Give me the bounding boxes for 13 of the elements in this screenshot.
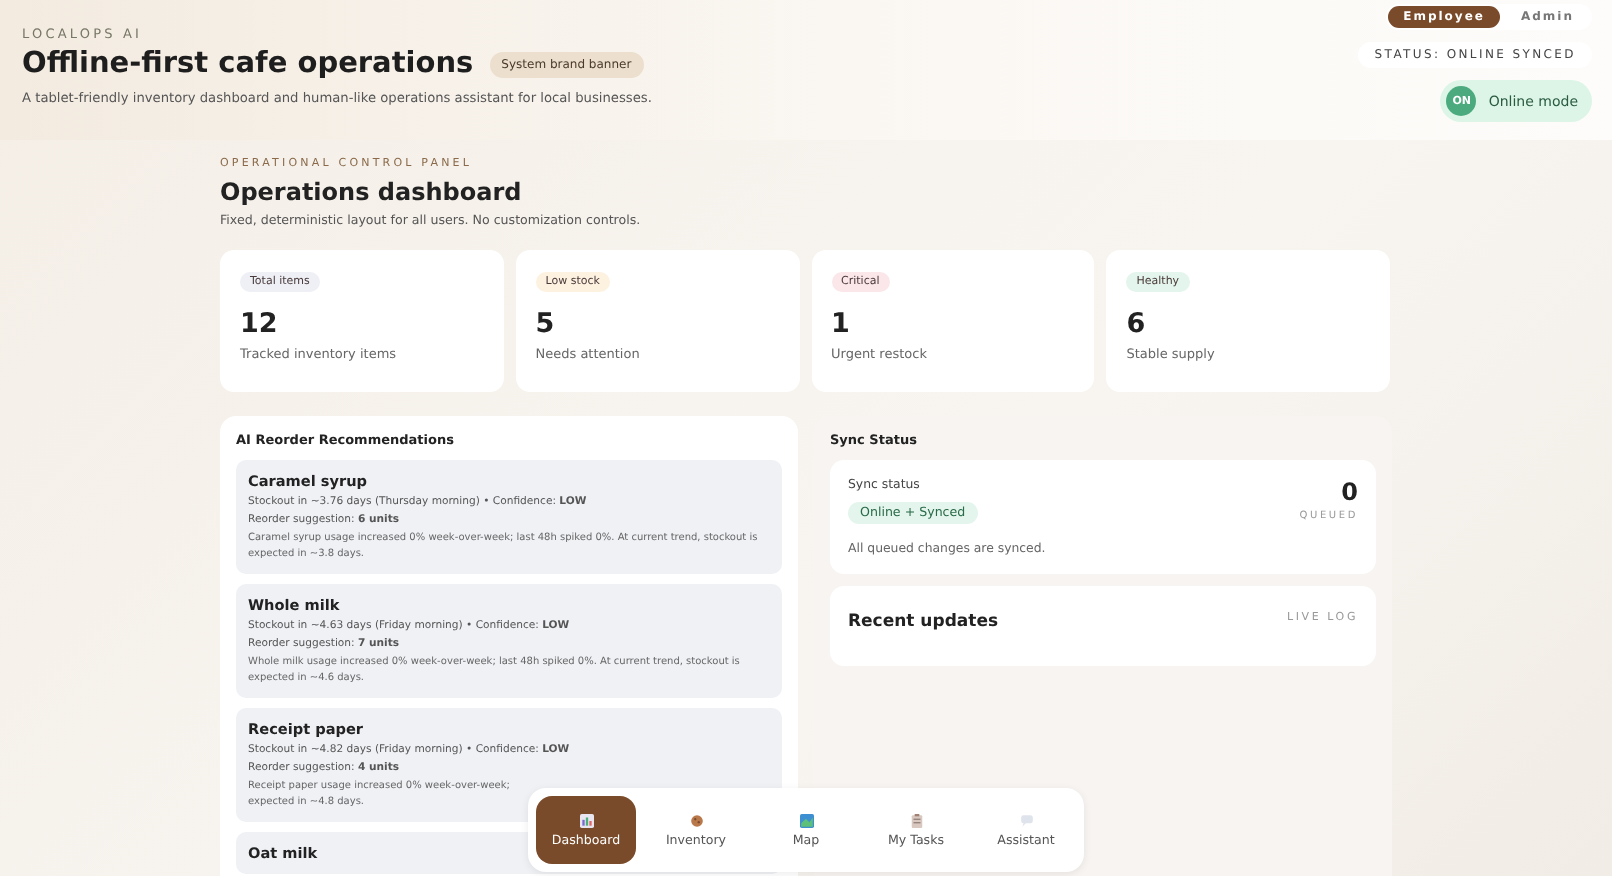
cookie-icon: [689, 813, 703, 827]
stat-value: 6: [1126, 308, 1146, 340]
queued-count: 0: [1341, 478, 1358, 506]
bar-chart-icon: [579, 813, 593, 827]
stat-value: 12: [240, 308, 278, 340]
updates-title: Recent updates: [848, 612, 999, 632]
stat-value: 1: [831, 308, 850, 340]
app-title: Offline-first cafe operations: [22, 48, 474, 80]
map-icon: [799, 813, 813, 827]
clipboard-icon: [909, 813, 923, 827]
panel-title: Operations dashboard: [220, 178, 524, 206]
stat-value: 5: [535, 308, 555, 340]
speech-bubble-icon: [1019, 813, 1033, 827]
